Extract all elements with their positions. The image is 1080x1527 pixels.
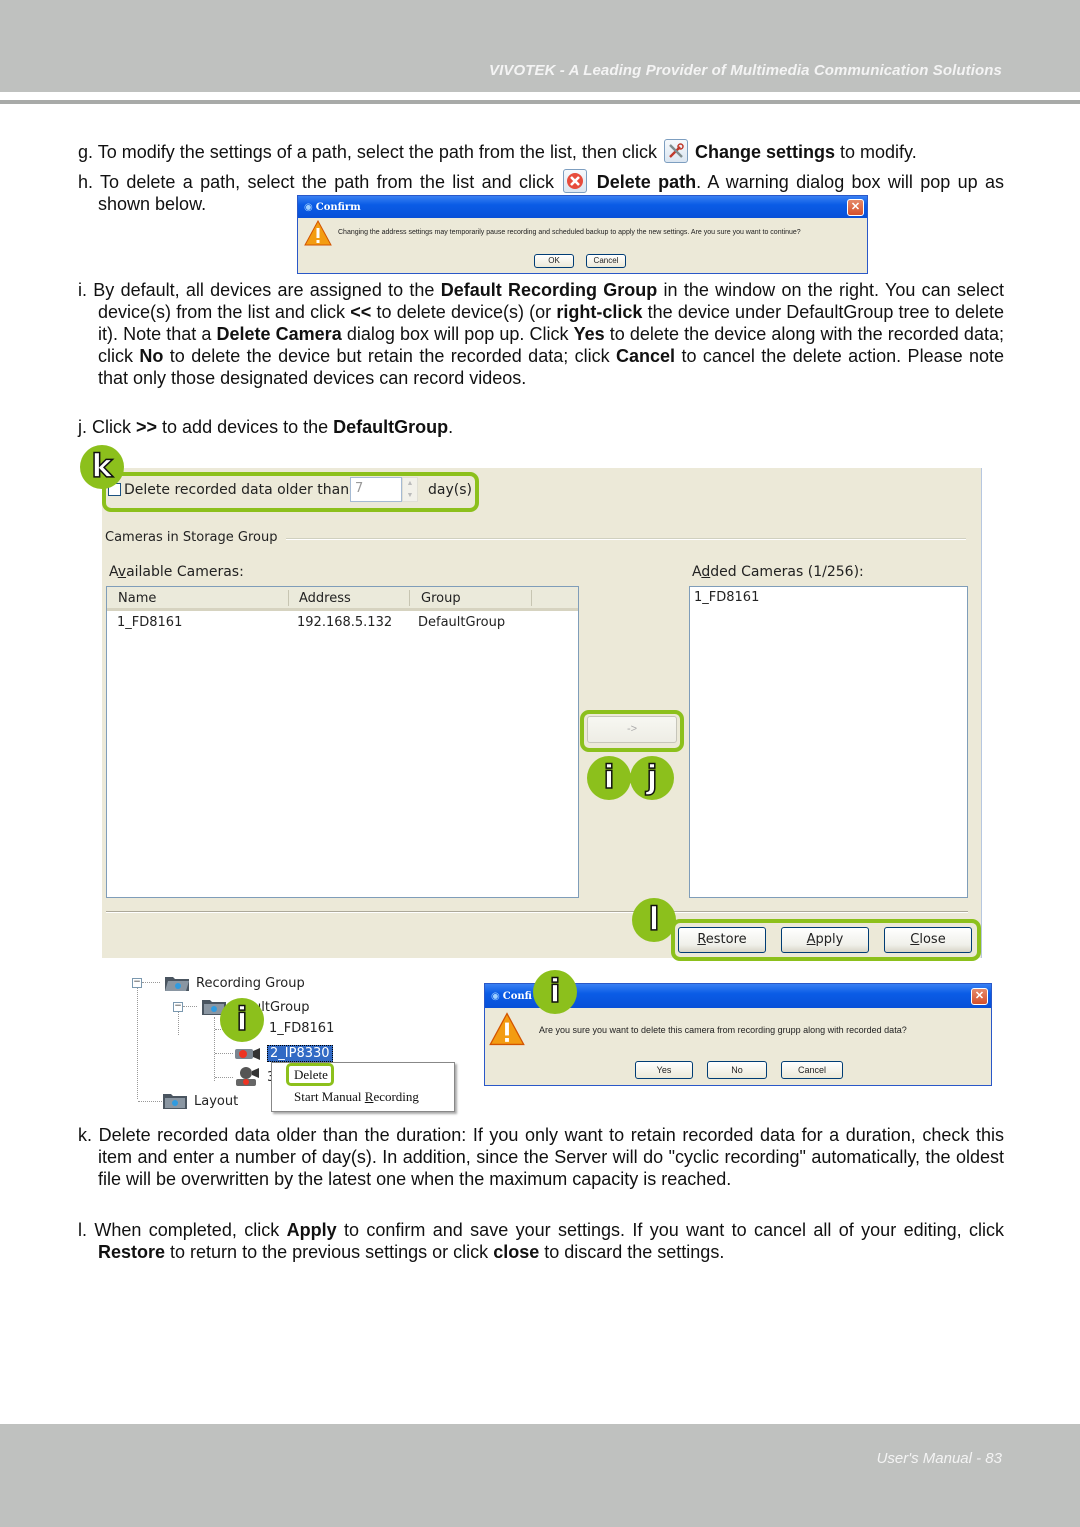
yes-button[interactable]: Yes — [635, 1061, 693, 1079]
change-settings-label: Change settings — [695, 142, 836, 162]
highlight-action-buttons — [671, 919, 981, 961]
highlight-add-button — [580, 710, 684, 752]
step-l: l. When completed, click Apply to confir… — [78, 1220, 1004, 1262]
step-i: i. By default, all devices are assigned … — [78, 280, 1005, 388]
column-header-address[interactable]: Address — [299, 591, 351, 606]
cancel-button[interactable]: Cancel — [586, 254, 626, 268]
page-header: VIVOTEK - A Leading Provider of Multimed… — [0, 0, 1080, 92]
dialog-message: Changing the address settings may tempor… — [338, 229, 801, 236]
panel-divider — [106, 911, 968, 913]
no-button[interactable]: No — [707, 1061, 767, 1079]
cancel-button[interactable]: Cancel — [781, 1061, 843, 1079]
camera-icon — [235, 1047, 260, 1060]
step-j: j. Click >> to add devices to the Defaul… — [78, 417, 454, 437]
warning-icon — [489, 1012, 525, 1046]
badge-i-dialog: i — [533, 970, 577, 1014]
storage-group-label: Cameras in Storage Group — [105, 530, 278, 545]
cell-name: 1_FD8161 — [117, 615, 183, 630]
list-item[interactable]: 1_FD8161 — [694, 590, 759, 605]
list-header: Name Address Group — [107, 587, 578, 611]
folder-icon — [163, 1094, 187, 1109]
header-title: VIVOTEK - A Leading Provider of Multimed… — [488, 62, 1002, 79]
group-divider — [286, 538, 966, 540]
tree-node-camera-1[interactable]: 1_FD8161 — [269, 1021, 334, 1036]
highlight-delete-menu — [286, 1063, 334, 1086]
page-footer: User's Manual - 83 — [0, 1424, 1080, 1527]
wrench-screwdriver-icon — [663, 139, 688, 163]
available-cameras-list[interactable]: Name Address Group 1_FD8161 192.168.5.13… — [106, 586, 579, 898]
folder-open-icon — [165, 977, 189, 991]
collapse-icon[interactable]: − — [173, 1002, 183, 1012]
collapse-icon[interactable]: − — [132, 978, 142, 988]
badge-i-tree: i — [220, 998, 264, 1042]
shield-icon: ◉ — [304, 201, 313, 213]
added-cameras-label: Added Cameras (1/256): — [692, 564, 864, 580]
badge-i: i — [587, 756, 631, 800]
shield-icon: ◉ — [491, 990, 500, 1002]
badge-l: l — [632, 898, 676, 942]
step-k: k. Delete recorded data older than the d… — [78, 1125, 1004, 1189]
column-header-group[interactable]: Group — [421, 591, 461, 606]
available-cameras-label: Available Cameras: — [109, 564, 244, 580]
added-cameras-list[interactable]: 1_FD8161 — [689, 586, 968, 898]
column-header-name[interactable]: Name — [118, 591, 156, 606]
badge-k: k — [80, 445, 124, 489]
delete-path-label: Delete path — [596, 172, 697, 192]
close-icon[interactable]: ✕ — [971, 988, 988, 1005]
header-divider — [0, 100, 1080, 104]
warning-icon — [304, 220, 332, 246]
close-icon[interactable]: ✕ — [847, 199, 864, 216]
tree-node-camera-3[interactable]: 3 — [234, 1066, 275, 1088]
ptz-camera-icon — [236, 1067, 259, 1086]
dialog-message: Are you sure you want to delete this cam… — [539, 1025, 907, 1035]
ok-button[interactable]: OK — [534, 254, 574, 268]
menu-item-start-manual-recording[interactable]: Start Manual Recording — [294, 1089, 419, 1105]
badge-j: j — [630, 756, 674, 800]
highlight-delete-older — [102, 472, 479, 512]
cell-group: DefaultGroup — [418, 615, 506, 630]
dialog-titlebar: ◉ Confirm — [298, 196, 867, 218]
tree-node-camera-2[interactable]: 2_IP8330 — [234, 1045, 333, 1062]
confirm-dialog-path: ◉ Confirm ✕ Changing the address setting… — [297, 195, 868, 274]
tree-node-recording-group[interactable]: − Recording Group — [132, 974, 305, 992]
cell-address: 192.168.5.132 — [297, 615, 393, 630]
step-g: g. To modify the settings of a path, sel… — [78, 139, 1004, 163]
delete-x-icon — [563, 169, 588, 193]
tree-node-layout[interactable]: Layout — [162, 1092, 238, 1110]
page-number: User's Manual - 83 — [876, 1450, 1002, 1467]
